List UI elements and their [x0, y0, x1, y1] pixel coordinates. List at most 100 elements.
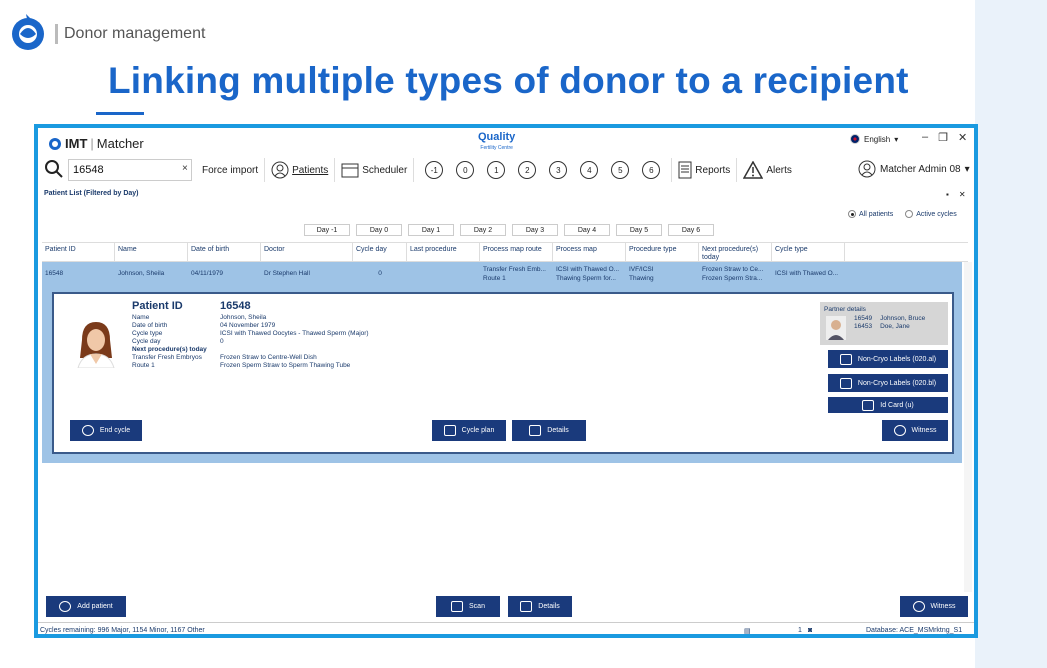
btn-label: Witness: [930, 603, 956, 610]
panel-controls: ▪ ✕: [946, 190, 966, 199]
restore-icon[interactable]: ❐: [938, 131, 948, 144]
day-tab[interactable]: Day 2: [460, 224, 506, 236]
partner-row[interactable]: 16549 Johnson, Bruce: [854, 315, 925, 322]
btn-label: Details: [547, 427, 569, 434]
column-header[interactable]: Process map route: [480, 243, 553, 261]
day-circle-minus-1[interactable]: -1: [425, 161, 444, 179]
quality-logo: Quality Fertility Centre: [478, 132, 515, 154]
info-key: Cycle type: [132, 330, 163, 337]
day-tab[interactable]: Day 4: [564, 224, 610, 236]
partner-photo: [826, 316, 846, 340]
day-circle-3[interactable]: 3: [549, 161, 568, 179]
patients-button[interactable]: Patients: [265, 158, 336, 182]
day-tab[interactable]: Day 5: [616, 224, 662, 236]
details-button[interactable]: Details: [512, 420, 586, 441]
scheduler-label: Scheduler: [362, 164, 408, 176]
day-tab[interactable]: Day -1: [304, 224, 350, 236]
force-import-button[interactable]: Force import: [196, 158, 266, 182]
day-tab[interactable]: Day 0: [356, 224, 402, 236]
printer-icon: [839, 377, 852, 389]
btn-label: Non-Cryo Labels (020.al): [857, 355, 937, 363]
day-circle-4[interactable]: 4: [580, 161, 599, 179]
day-tab[interactable]: Day 6: [668, 224, 714, 236]
clear-search-icon[interactable]: ×: [182, 163, 188, 174]
column-header[interactable]: Procedure type: [626, 243, 699, 261]
scheduler-button[interactable]: Scheduler: [335, 158, 415, 182]
cell-last-procedure: [407, 262, 480, 284]
scan-button[interactable]: Scan: [436, 596, 500, 617]
cycle-icon: [81, 425, 94, 436]
language-selector[interactable]: English ▾: [850, 134, 898, 144]
column-header[interactable]: Date of birth: [188, 243, 261, 261]
day-circle-1[interactable]: 1: [487, 161, 506, 179]
close-panel-icon[interactable]: ✕: [959, 190, 966, 199]
info-key: Name: [132, 314, 150, 321]
id-card-button[interactable]: Id Card (u): [828, 397, 948, 413]
partner-details: Partner details 16549 Johnson, Bruce 1645…: [820, 302, 948, 345]
app-topbar: IMT | Matcher Quality Fertility Centre Eng…: [38, 128, 974, 188]
cell-dob: 04/11/1979: [191, 270, 224, 277]
radio-active-cycles[interactable]: Active cycles: [905, 210, 957, 218]
search-icon[interactable]: [44, 159, 64, 179]
column-header[interactable]: Cycle type: [772, 243, 845, 261]
section-title: Donor management: [55, 24, 205, 44]
info-value: Johnson, Sheila: [220, 314, 267, 321]
partner-id: 16453: [854, 323, 873, 330]
day-circle-6[interactable]: 6: [642, 161, 661, 179]
bottom-action-bar: Add patient Scan Details Witness: [38, 592, 974, 622]
column-header[interactable]: Name: [115, 243, 188, 261]
radio-all-patients[interactable]: All patients: [848, 210, 893, 218]
slide-title: Linking multiple types of donor to a rec…: [108, 60, 909, 101]
minimize-icon[interactable]: –: [922, 131, 928, 144]
day-circle-2[interactable]: 2: [518, 161, 537, 179]
end-cycle-button[interactable]: End cycle: [70, 420, 142, 441]
non-cryo-labels-a-button[interactable]: Non-Cryo Labels (020.al): [828, 350, 948, 368]
info-key: Date of birth: [132, 322, 168, 329]
column-header[interactable]: Cycle day: [353, 243, 407, 261]
day-tab[interactable]: Day 3: [512, 224, 558, 236]
cell-procedure-type: IVF/ICSI Thawing: [626, 262, 699, 284]
add-patient-button[interactable]: Add patient: [46, 596, 126, 617]
scan-icon: [451, 601, 464, 612]
column-header[interactable]: Doctor: [261, 243, 353, 261]
reports-button[interactable]: Reports: [672, 158, 738, 182]
pin-icon[interactable]: ▪: [946, 190, 949, 199]
table-header: Patient ID Name Date of birth Doctor Cyc…: [42, 242, 968, 262]
partner-name: Johnson, Bruce: [880, 315, 926, 322]
btn-label: End cycle: [99, 427, 131, 434]
cycle-plan-button[interactable]: Cycle plan: [432, 420, 506, 441]
table-row[interactable]: 16548 Johnson, Sheila 04/11/1979 Dr Step…: [42, 262, 962, 284]
witness-button[interactable]: Witness: [882, 420, 948, 441]
type-line-2: Thawing: [629, 275, 654, 282]
column-header[interactable]: Process map: [553, 243, 626, 261]
alerts-button[interactable]: Alerts: [737, 158, 798, 182]
column-header[interactable]: Last procedure: [407, 243, 480, 261]
language-label: English: [864, 134, 891, 144]
radio-active-label: Active cycles: [916, 210, 957, 218]
flag-icon: [850, 134, 860, 144]
database-name: Database: ACE_MSMrktng_S1: [866, 627, 963, 634]
search-input[interactable]: 16548: [68, 159, 192, 181]
cell-route: Transfer Fresh Emb... Route 1: [480, 262, 553, 284]
app-window: IMT | Matcher Quality Fertility Centre Eng…: [34, 124, 978, 638]
route-line-2: Route 1: [483, 275, 506, 282]
patient-detail-card: Patient ID 16548 Name Johnson, Sheila Dat…: [52, 292, 954, 454]
user-menu[interactable]: Matcher Admin 08 ▾: [858, 160, 970, 178]
partner-title: Partner details: [824, 306, 866, 313]
bottom-details-button[interactable]: Details: [508, 596, 572, 617]
day-circle-5[interactable]: 5: [611, 161, 630, 179]
quality-logo-sub: Fertility Centre: [480, 145, 513, 151]
calendar-icon: [341, 163, 359, 178]
vertical-scrollbar[interactable]: [964, 262, 972, 592]
partner-row[interactable]: 16453 Doe, Jane: [854, 323, 910, 330]
day-circle-0[interactable]: 0: [456, 161, 475, 179]
non-cryo-labels-b-button[interactable]: Non-Cryo Labels (020.bl): [828, 374, 948, 392]
user-name: Matcher Admin 08: [880, 163, 961, 175]
column-header[interactable]: Patient ID: [42, 243, 115, 261]
patient-filter: All patients Active cycles: [848, 210, 957, 218]
day-tab[interactable]: Day 1: [408, 224, 454, 236]
close-icon[interactable]: ✕: [958, 131, 967, 144]
column-header[interactable]: Next procedure(s) today: [699, 243, 772, 261]
bottom-witness-button[interactable]: Witness: [900, 596, 968, 617]
day-tabs: Day -1 Day 0 Day 1 Day 2 Day 3 Day 4 Day…: [304, 224, 714, 236]
